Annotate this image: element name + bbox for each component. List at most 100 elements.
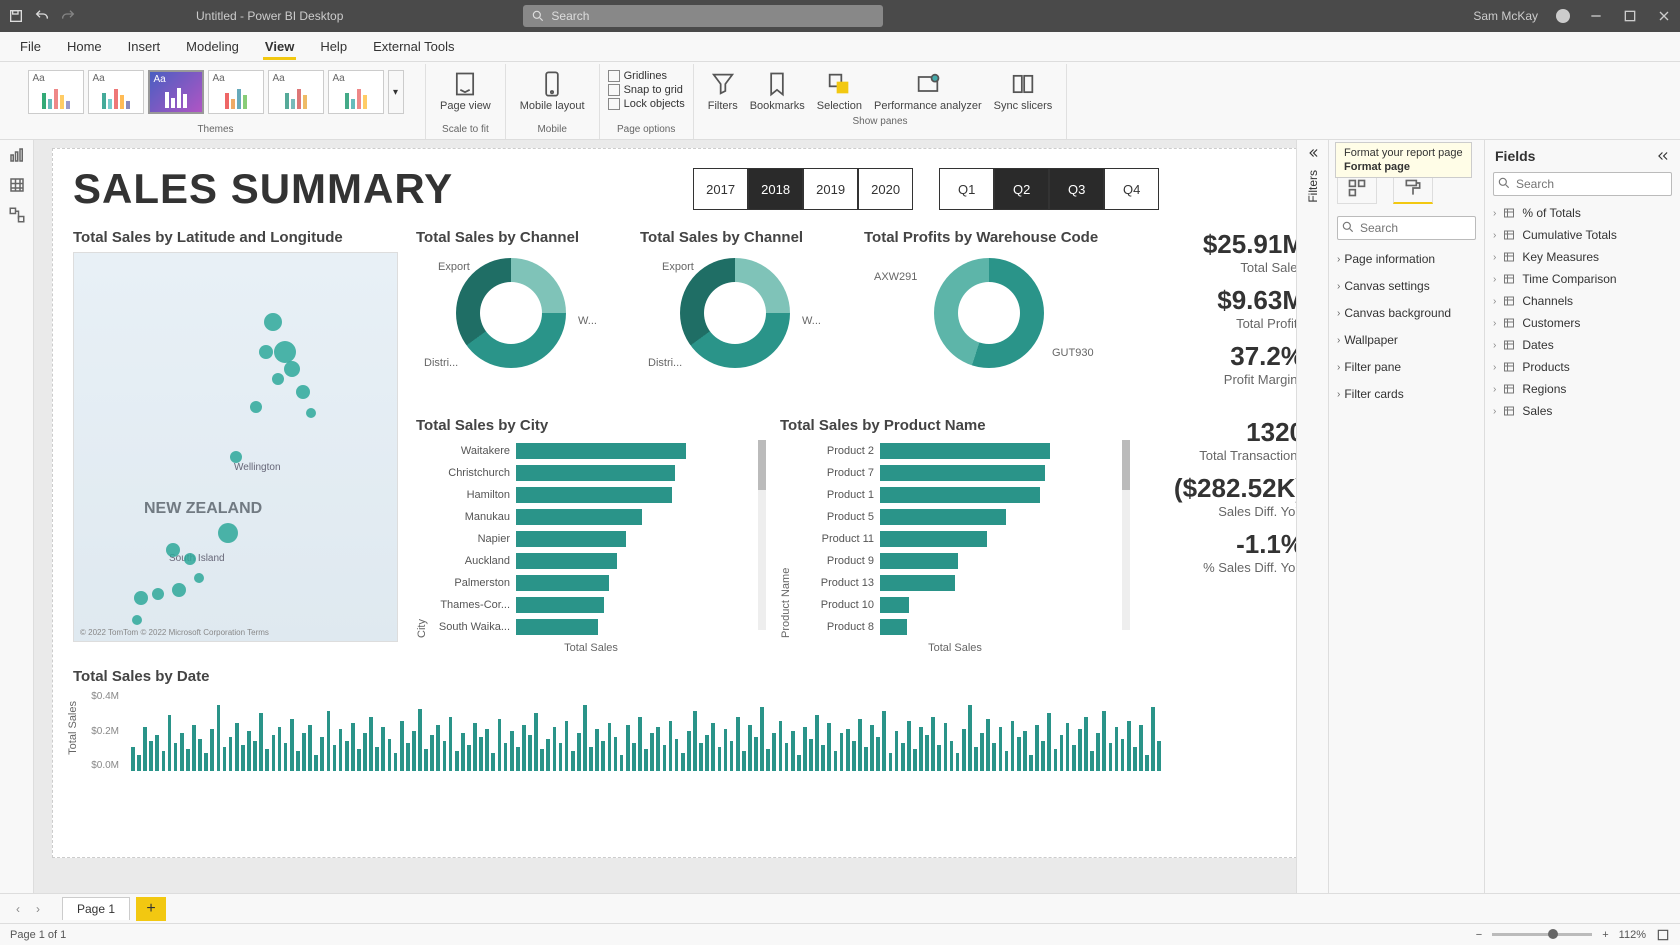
format-section[interactable]: ›Wallpaper <box>1335 327 1478 354</box>
menu-insert[interactable]: Insert <box>116 35 173 58</box>
column-bar <box>724 729 728 771</box>
column-bar <box>546 739 550 771</box>
theme-swatch-1[interactable]: Aa <box>28 70 84 114</box>
report-view-icon[interactable] <box>8 146 26 164</box>
field-table[interactable]: ›Channels <box>1491 290 1674 312</box>
zoom-in[interactable]: + <box>1602 929 1608 941</box>
zoom-slider[interactable] <box>1492 933 1592 936</box>
column-bar <box>229 737 233 771</box>
sync-slicers-button[interactable]: Sync slicers <box>988 66 1059 116</box>
field-table[interactable]: ›Customers <box>1491 312 1674 334</box>
selection-button[interactable]: Selection <box>811 66 868 116</box>
menu-view[interactable]: View <box>253 35 306 58</box>
global-search[interactable]: Search <box>523 5 883 27</box>
scrollbar[interactable] <box>1122 440 1130 630</box>
undo-icon[interactable] <box>34 8 50 24</box>
theme-swatch-5[interactable]: Aa <box>268 70 324 114</box>
field-table[interactable]: ›Cumulative Totals <box>1491 224 1674 246</box>
avatar[interactable] <box>1556 9 1570 23</box>
format-section[interactable]: ›Page information <box>1335 246 1478 273</box>
year-2020[interactable]: 2020 <box>858 168 913 210</box>
q3[interactable]: Q3 <box>1049 168 1104 210</box>
menu-help[interactable]: Help <box>308 35 359 58</box>
date-column-chart[interactable]: Total Sales by Date Total Sales $0.4M $0… <box>73 668 1276 771</box>
product-bar-chart[interactable]: Total Sales by Product Name Product Name… <box>780 417 1130 654</box>
scrollbar[interactable] <box>758 440 766 630</box>
column-bar <box>1084 717 1088 771</box>
menu-bar: File Home Insert Modeling View Help Exte… <box>0 32 1680 62</box>
report-canvas[interactable]: SALES SUMMARY 2017 2018 2019 2020 Q1 Q2 … <box>52 148 1296 858</box>
snap-checkbox[interactable]: Snap to grid <box>608 84 685 96</box>
field-table[interactable]: ›Dates <box>1491 334 1674 356</box>
close-icon[interactable] <box>1656 8 1672 24</box>
field-table[interactable]: ›% of Totals <box>1491 202 1674 224</box>
column-bar <box>302 733 306 771</box>
menu-home[interactable]: Home <box>55 35 114 58</box>
column-bar <box>516 747 520 771</box>
q2[interactable]: Q2 <box>994 168 1049 210</box>
format-section[interactable]: ›Canvas background <box>1335 300 1478 327</box>
column-bar <box>1157 741 1161 771</box>
filters-pane-button[interactable]: Filters <box>702 66 744 116</box>
year-2018[interactable]: 2018 <box>748 168 803 210</box>
save-icon[interactable] <box>8 8 24 24</box>
redo-icon[interactable] <box>60 8 76 24</box>
page-view-button[interactable]: Page view <box>434 66 497 116</box>
zoom-out[interactable]: − <box>1476 929 1482 941</box>
column-bar <box>876 737 880 771</box>
theme-swatch-6[interactable]: Aa <box>328 70 384 114</box>
donut-channel-2[interactable]: Total Sales by Channel Export W... Distr… <box>640 229 850 409</box>
search-icon <box>531 9 545 23</box>
viz-search-input[interactable] <box>1337 216 1476 240</box>
filters-pane-collapsed[interactable]: Filters <box>1296 140 1328 893</box>
field-table[interactable]: ›Sales <box>1491 400 1674 422</box>
performance-analyzer-button[interactable]: Performance analyzer <box>868 66 988 116</box>
column-bar <box>1047 713 1051 771</box>
field-table[interactable]: ›Regions <box>1491 378 1674 400</box>
map-visual[interactable]: Total Sales by Latitude and Longitude NE… <box>73 229 398 654</box>
year-2017[interactable]: 2017 <box>693 168 748 210</box>
bar-row: Product 9 <box>792 550 1118 572</box>
page-tab-1[interactable]: Page 1 <box>62 897 130 920</box>
menu-external-tools[interactable]: External Tools <box>361 35 466 58</box>
field-table[interactable]: ›Key Measures <box>1491 246 1674 268</box>
username[interactable]: Sam McKay <box>1473 9 1538 23</box>
collapse-icon[interactable] <box>1656 149 1670 163</box>
bookmarks-button[interactable]: Bookmarks <box>744 66 811 116</box>
gridlines-checkbox[interactable]: Gridlines <box>608 70 685 82</box>
bookmark-icon <box>763 70 791 98</box>
add-page-button[interactable]: + <box>136 897 166 921</box>
lock-checkbox[interactable]: Lock objects <box>608 98 685 110</box>
donut-warehouse[interactable]: Total Profits by Warehouse Code AXW291 G… <box>864 229 1104 409</box>
field-table[interactable]: ›Time Comparison <box>1491 268 1674 290</box>
bar-row: Napier <box>428 528 754 550</box>
donut-channel-1[interactable]: Total Sales by Channel Export W... Distr… <box>416 229 626 409</box>
menu-modeling[interactable]: Modeling <box>174 35 251 58</box>
menu-file[interactable]: File <box>8 35 53 58</box>
next-page[interactable]: › <box>28 902 48 916</box>
mobile-layout-button[interactable]: Mobile layout <box>514 66 591 116</box>
fit-page-icon[interactable] <box>1656 928 1670 942</box>
theme-swatch-2[interactable]: Aa <box>88 70 144 114</box>
themes-dropdown[interactable]: ▾ <box>388 70 404 114</box>
fields-search-input[interactable] <box>1493 172 1672 196</box>
prev-page[interactable]: ‹ <box>8 902 28 916</box>
minimize-icon[interactable] <box>1588 8 1604 24</box>
q4[interactable]: Q4 <box>1104 168 1159 210</box>
column-bar <box>345 741 349 771</box>
model-view-icon[interactable] <box>8 206 26 224</box>
theme-swatch-3[interactable]: Aa <box>148 70 204 114</box>
column-bar <box>467 745 471 771</box>
q1[interactable]: Q1 <box>939 168 994 210</box>
maximize-icon[interactable] <box>1622 8 1638 24</box>
format-section[interactable]: ›Filter cards <box>1335 381 1478 408</box>
column-bar <box>1127 721 1131 771</box>
city-bar-chart[interactable]: Total Sales by City City WaitakereChrist… <box>416 417 766 654</box>
year-2019[interactable]: 2019 <box>803 168 858 210</box>
format-section[interactable]: ›Canvas settings <box>1335 273 1478 300</box>
data-view-icon[interactable] <box>8 176 26 194</box>
field-table[interactable]: ›Products <box>1491 356 1674 378</box>
column-bar <box>388 739 392 771</box>
format-section[interactable]: ›Filter pane <box>1335 354 1478 381</box>
theme-swatch-4[interactable]: Aa <box>208 70 264 114</box>
